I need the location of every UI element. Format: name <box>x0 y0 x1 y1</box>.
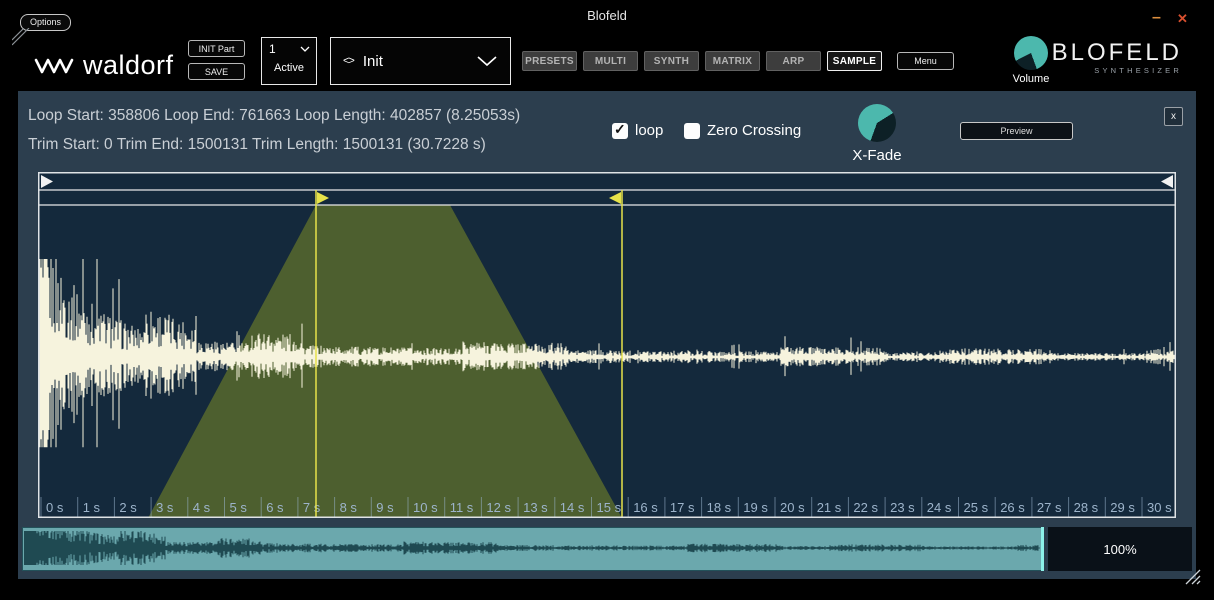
svg-text:22 s: 22 s <box>853 500 878 515</box>
svg-text:18 s: 18 s <box>707 500 732 515</box>
loop-checkbox-row: loop <box>612 122 663 139</box>
svg-text:0 s: 0 s <box>46 500 64 515</box>
blofeld-brand: BLOFELD SYNTHESIZER <box>1050 40 1182 75</box>
overview-waveform <box>24 529 1040 569</box>
brand-title: BLOFELD <box>1050 40 1182 65</box>
waldorf-logo: waldorf <box>34 50 174 81</box>
resize-grip-top-left[interactable] <box>12 28 32 46</box>
preview-button[interactable]: Preview <box>960 122 1073 140</box>
save-button[interactable]: SAVE <box>188 63 245 80</box>
loop-checkbox[interactable] <box>612 123 628 139</box>
xfade-control: X-Fade <box>846 104 908 164</box>
tab-synth[interactable]: SYNTH <box>644 51 699 71</box>
svg-text:1 s: 1 s <box>83 500 101 515</box>
loop-checkbox-label: loop <box>635 122 663 139</box>
brand-subtitle: SYNTHESIZER <box>1050 66 1182 75</box>
svg-text:23 s: 23 s <box>890 500 915 515</box>
chevron-down-icon <box>476 55 498 67</box>
part-active-label: Active <box>262 62 316 74</box>
svg-text:20 s: 20 s <box>780 500 805 515</box>
trim-info-text: Trim Start: 0 Trim End: 1500131 Trim Len… <box>28 136 486 154</box>
svg-text:17 s: 17 s <box>670 500 695 515</box>
svg-text:29 s: 29 s <box>1110 500 1135 515</box>
svg-text:24 s: 24 s <box>927 500 952 515</box>
svg-text:10 s: 10 s <box>413 500 438 515</box>
svg-text:25 s: 25 s <box>964 500 989 515</box>
tab-matrix[interactable]: MATRIX <box>705 51 760 71</box>
part-value: 1 <box>269 42 276 56</box>
zero-crossing-label: Zero Crossing <box>707 122 801 139</box>
svg-text:11 s: 11 s <box>450 500 474 515</box>
volume-knob[interactable] <box>1014 36 1048 70</box>
svg-text:16 s: 16 s <box>633 500 658 515</box>
tab-arp[interactable]: ARP <box>766 51 821 71</box>
overview-strip[interactable] <box>22 527 1042 571</box>
svg-text:26 s: 26 s <box>1000 500 1025 515</box>
init-part-button[interactable]: INIT Part <box>188 40 245 57</box>
svg-text:14 s: 14 s <box>560 500 585 515</box>
zoom-level: 100% <box>1048 527 1192 571</box>
close-button[interactable]: ✕ <box>1177 11 1188 27</box>
waveform-display[interactable]: 0 s 1 s 2 s 3 s 4 s 5 s 6 s 7 s 8 s 9 s 10 s 11 s 12… <box>38 172 1176 518</box>
minimize-button[interactable]: – <box>1152 9 1161 27</box>
svg-text:6 s: 6 s <box>266 500 284 515</box>
zero-crossing-checkbox[interactable] <box>684 123 700 139</box>
xfade-knob[interactable] <box>858 104 896 142</box>
loop-info-text: Loop Start: 358806 Loop End: 761663 Loop… <box>28 107 520 125</box>
waldorf-wave-icon <box>34 55 74 77</box>
volume-label: Volume <box>1008 73 1054 85</box>
svg-text:2 s: 2 s <box>119 500 137 515</box>
zero-crossing-checkbox-row: Zero Crossing <box>684 122 801 139</box>
svg-text:30 s: 30 s <box>1147 500 1172 515</box>
svg-text:3 s: 3 s <box>156 500 174 515</box>
svg-text:7 s: 7 s <box>303 500 321 515</box>
tab-bar: PRESETS MULTI SYNTH MATRIX ARP SAMPLE <box>522 51 882 71</box>
xfade-label: X-Fade <box>846 147 908 164</box>
svg-text:5 s: 5 s <box>230 500 248 515</box>
preset-value: Init <box>363 53 383 70</box>
playhead-marker[interactable] <box>1041 527 1044 571</box>
svg-text:15 s: 15 s <box>597 500 622 515</box>
resize-grip-bottom-right[interactable] <box>1184 568 1202 586</box>
app-window: Options Blofeld – ✕ waldorf INIT Part SA… <box>0 0 1214 600</box>
svg-text:12 s: 12 s <box>486 500 511 515</box>
tab-multi[interactable]: MULTI <box>583 51 638 71</box>
panel-close-button[interactable]: x <box>1164 107 1183 126</box>
part-selector[interactable]: 1 Active <box>261 37 317 85</box>
svg-text:21 s: 21 s <box>817 500 842 515</box>
preset-arrows-icon: <> <box>343 55 354 67</box>
tab-sample[interactable]: SAMPLE <box>827 51 882 71</box>
menu-button[interactable]: Menu <box>897 52 954 70</box>
svg-text:27 s: 27 s <box>1037 500 1062 515</box>
svg-text:4 s: 4 s <box>193 500 211 515</box>
chevron-down-icon <box>300 46 310 52</box>
preset-selector[interactable]: <> Init <box>330 37 511 85</box>
svg-text:19 s: 19 s <box>743 500 768 515</box>
window-title: Blofeld <box>0 8 1214 23</box>
svg-text:9 s: 9 s <box>376 500 394 515</box>
svg-text:8 s: 8 s <box>340 500 358 515</box>
svg-text:28 s: 28 s <box>1074 500 1099 515</box>
waldorf-logo-text: waldorf <box>83 50 174 81</box>
tab-presets[interactable]: PRESETS <box>522 51 577 71</box>
svg-text:13 s: 13 s <box>523 500 548 515</box>
sample-editor-panel: Loop Start: 358806 Loop End: 761663 Loop… <box>18 91 1196 579</box>
